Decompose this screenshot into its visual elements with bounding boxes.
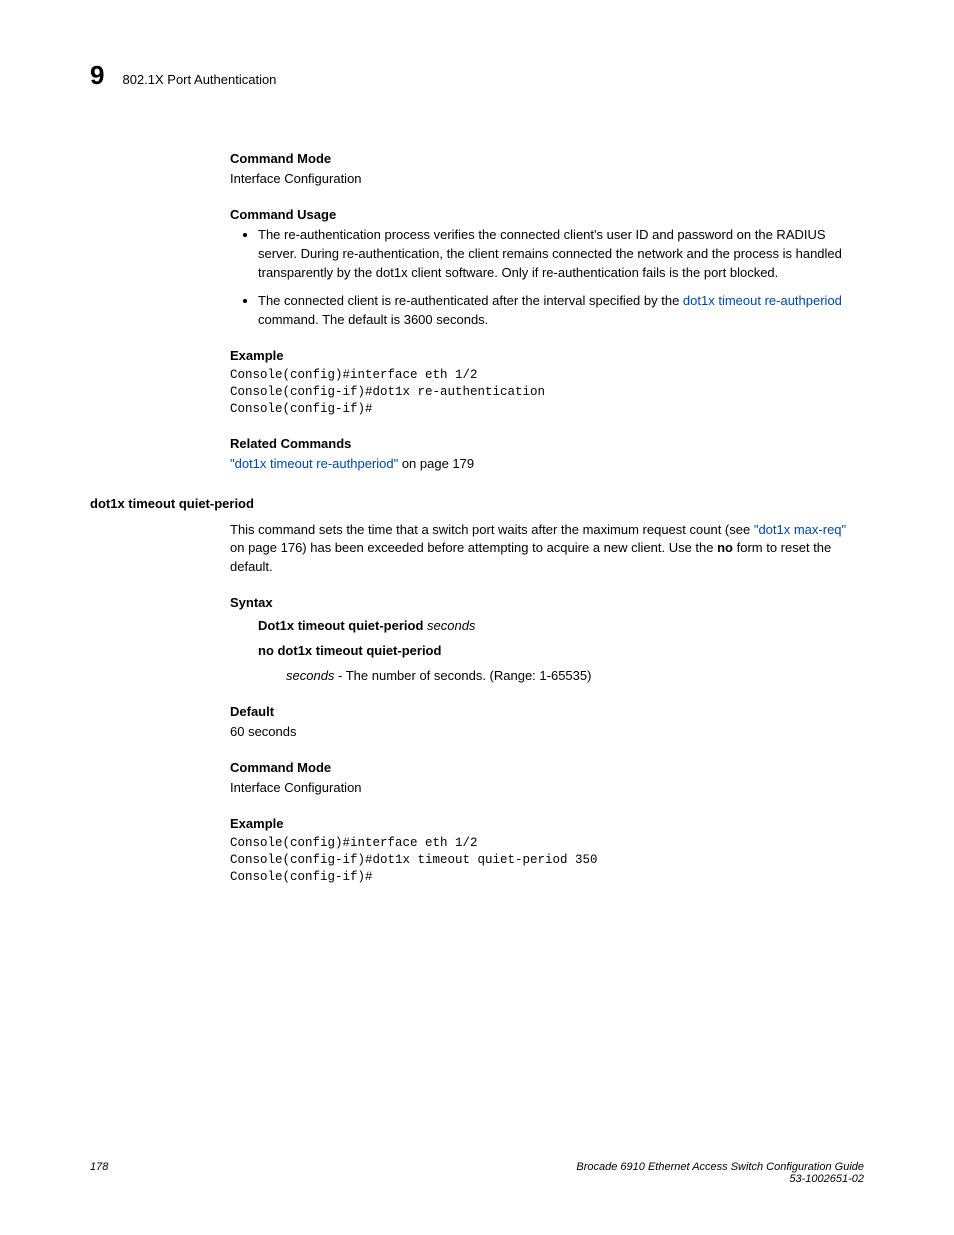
syntax-line: Dot1x timeout quiet-period seconds — [258, 614, 864, 639]
usage-bullet-list: The re-authentication process verifies t… — [230, 226, 864, 330]
heading-command-mode: Command Mode — [230, 151, 864, 166]
cross-ref-link[interactable]: "dot1x timeout re-authperiod" — [230, 456, 398, 471]
heading-syntax: Syntax — [230, 595, 864, 610]
command-mode-value: Interface Configuration — [230, 170, 864, 189]
cross-ref-link[interactable]: "dot1x max-req" — [754, 522, 846, 537]
syntax-block: Dot1x timeout quiet-period seconds no do… — [258, 614, 864, 663]
syntax-keyword: Dot1x timeout quiet-period — [258, 618, 423, 633]
command-section-title: dot1x timeout quiet-period — [90, 496, 864, 511]
chapter-number: 9 — [90, 60, 104, 91]
footer-right: Brocade 6910 Ethernet Access Switch Conf… — [576, 1161, 864, 1185]
heading-related-commands: Related Commands — [230, 436, 864, 451]
cross-ref-link[interactable]: dot1x timeout re-authperiod — [683, 293, 842, 308]
bullet-text-after: command. The default is 3600 seconds. — [258, 312, 488, 327]
heading-command-mode: Command Mode — [230, 760, 864, 775]
footer-docnum: 53-1002651-02 — [789, 1173, 864, 1185]
heading-command-usage: Command Usage — [230, 207, 864, 222]
command-description: This command sets the time that a switch… — [230, 521, 864, 578]
heading-example: Example — [230, 816, 864, 831]
related-commands-line: "dot1x timeout re-authperiod" on page 17… — [230, 455, 864, 474]
chapter-title: 802.1X Port Authentication — [122, 72, 276, 87]
desc-before: This command sets the time that a switch… — [230, 522, 754, 537]
default-value: 60 seconds — [230, 723, 864, 742]
param-rest: - The number of seconds. (Range: 1-65535… — [334, 668, 591, 683]
page-number: 178 — [90, 1161, 108, 1173]
usage-bullet: The re-authentication process verifies t… — [258, 226, 864, 283]
page-container: 9 802.1X Port Authentication Command Mod… — [0, 0, 954, 1235]
desc-mid: on page 176) has been exceeded before at… — [230, 540, 717, 555]
syntax-param: seconds — [423, 618, 475, 633]
page-footer: 178 Brocade 6910 Ethernet Access Switch … — [90, 1161, 864, 1185]
running-header: 9 802.1X Port Authentication — [90, 60, 864, 91]
syntax-line: no dot1x timeout quiet-period — [258, 639, 864, 664]
heading-default: Default — [230, 704, 864, 719]
bullet-text-before: The connected client is re-authenticated… — [258, 293, 683, 308]
desc-bold-no: no — [717, 540, 733, 555]
syntax-param-desc: seconds - The number of seconds. (Range:… — [286, 667, 864, 686]
example-code: Console(config)#interface eth 1/2 Consol… — [230, 835, 864, 886]
bullet-text: The re-authentication process verifies t… — [258, 227, 842, 280]
content-column: Command Mode Interface Configuration Com… — [230, 151, 864, 886]
syntax-keyword: no dot1x timeout quiet-period — [258, 643, 441, 658]
example-code: Console(config)#interface eth 1/2 Consol… — [230, 367, 864, 418]
related-after: on page 179 — [398, 456, 474, 471]
heading-example: Example — [230, 348, 864, 363]
footer-title: Brocade 6910 Ethernet Access Switch Conf… — [576, 1161, 864, 1173]
param-name: seconds — [286, 668, 334, 683]
usage-bullet: The connected client is re-authenticated… — [258, 292, 864, 330]
command-mode-value: Interface Configuration — [230, 779, 864, 798]
